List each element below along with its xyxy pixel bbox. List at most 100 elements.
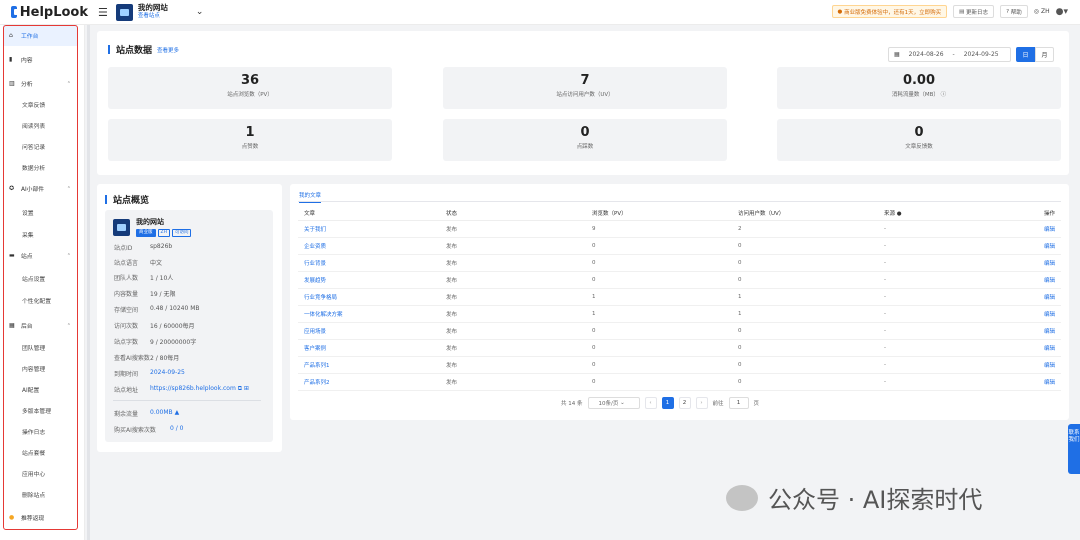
calendar-icon: ▦ xyxy=(894,51,900,58)
scrollbar[interactable] xyxy=(87,25,90,540)
day-toggle-button[interactable]: 日 xyxy=(1016,47,1035,62)
sidebar-item-content[interactable]: ▮ 内容 xyxy=(3,49,77,70)
article-title-link[interactable]: 发展趋势 xyxy=(298,271,446,289)
edit-link[interactable]: 编辑 xyxy=(1003,373,1061,391)
prev-page-button[interactable]: ‹ xyxy=(644,397,657,409)
bell-icon[interactable]: ▲ xyxy=(173,409,180,418)
changelog-button[interactable]: ▤ 更新日志 xyxy=(953,5,995,18)
edit-link[interactable]: 编辑 xyxy=(1003,237,1061,255)
article-title-link[interactable]: 行业背景 xyxy=(298,254,446,272)
edit-link[interactable]: 编辑 xyxy=(1003,322,1061,340)
pv-cell: 0 xyxy=(592,254,738,272)
site-url-link[interactable]: https://sp826b.helplook.com xyxy=(150,385,236,394)
sidebar-item-ai-config[interactable]: AI配置 xyxy=(3,379,77,400)
date-range-picker[interactable]: ▦ 2024-08-26 - 2024-09-25 xyxy=(888,47,1011,62)
globe-icon: ◎ xyxy=(1033,8,1039,15)
sidebar-item-site-plan[interactable]: 站点套餐 xyxy=(3,442,77,463)
status-cell: 发布 xyxy=(446,356,592,374)
section-title: 站点概览 xyxy=(105,193,149,206)
table-row: 行业背景 发布 0 0- 编辑 xyxy=(298,254,1061,272)
edit-link[interactable]: 编辑 xyxy=(1003,356,1061,374)
sidebar-item-analysis[interactable]: ▥ 分析 ⌃ xyxy=(3,73,77,94)
article-title-link[interactable]: 行业竞争格局 xyxy=(298,288,446,306)
sidebar-item-reading-list[interactable]: 阅读列表 xyxy=(3,115,77,136)
edit-link[interactable]: 编辑 xyxy=(1003,271,1061,289)
table-row: 企业资质 发布 0 0- 编辑 xyxy=(298,237,1061,255)
help-button[interactable]: ? 帮助 xyxy=(1000,5,1028,18)
edit-link[interactable]: 编辑 xyxy=(1003,305,1061,323)
page-button[interactable]: 1 xyxy=(661,397,674,409)
status-cell: 发布 xyxy=(446,271,592,289)
help-circle-icon[interactable]: ● xyxy=(897,211,902,217)
logo-text: HelpLook xyxy=(19,4,88,20)
sidebar-item-data-analysis[interactable]: 数据分析 xyxy=(3,157,77,178)
edit-link[interactable]: 编辑 xyxy=(1003,339,1061,357)
site-switcher[interactable]: 我的网站 查看站点 xyxy=(138,3,168,21)
watermark: 公众号 · AI探索时代 xyxy=(726,480,982,515)
edit-link[interactable]: 编辑 xyxy=(1003,254,1061,272)
menu-icon[interactable]: ☰ xyxy=(98,6,108,19)
sidebar-item-ai-widget[interactable]: ✪ AI小部件 ⌃ xyxy=(3,178,77,199)
article-title-link[interactable]: 一体化解决方案 xyxy=(298,305,446,323)
view-more-link[interactable]: 查看更多 xyxy=(157,46,179,54)
table-row: 产品系列1 发布 0 0- 编辑 xyxy=(298,356,1061,374)
sidebar-item-team[interactable]: 团队管理 xyxy=(3,337,77,358)
goto-page-input[interactable]: 1 xyxy=(728,397,749,409)
overview-header: 我的网站 商业版 ZH 可访问 xyxy=(113,217,192,237)
kv-row: 站点ID sp826b xyxy=(114,243,173,252)
article-title-link[interactable]: 关于我们 xyxy=(298,220,446,238)
title-bar xyxy=(105,195,107,204)
user-avatar-icon[interactable]: ●▾ xyxy=(1056,7,1068,17)
sidebar-item-operation-log[interactable]: 操作日志 xyxy=(3,421,77,442)
sidebar-item-personalization[interactable]: 个性化配置 xyxy=(3,290,77,311)
table-row: 应用场景 发布 0 0- 编辑 xyxy=(298,322,1061,340)
sidebar-item-article-feedback[interactable]: 文章反馈 xyxy=(3,94,77,115)
sidebar-item-qa-records[interactable]: 问答记录 xyxy=(3,136,77,157)
sidebar-item-versions[interactable]: 多版本管理 xyxy=(3,400,77,421)
buy-ai-search-row: 购买AI搜索次数 0 / 0 xyxy=(114,425,184,434)
chevron-down-icon[interactable]: ⌄ xyxy=(196,7,204,17)
sidebar-item-site-settings[interactable]: 站点设置 xyxy=(3,268,77,289)
edit-link[interactable]: 编辑 xyxy=(1003,220,1061,238)
status-cell: 发布 xyxy=(446,237,592,255)
top-right-actions: ● 商业版免费体验中，还有1天，立即购买 ▤ 更新日志 ? 帮助 ◎ ZH ●▾ xyxy=(831,5,1068,18)
sidebar-item-ai-settings[interactable]: 设置 xyxy=(3,202,77,223)
helplook-logo[interactable]: HelpLook xyxy=(0,5,88,20)
book-icon: ▮ xyxy=(9,56,13,63)
month-toggle-button[interactable]: 月 xyxy=(1035,47,1054,62)
sidebar-item-content-manage[interactable]: 内容管理 xyxy=(3,358,77,379)
status-cell: 发布 xyxy=(446,305,592,323)
article-title-link[interactable]: 企业资质 xyxy=(298,237,446,255)
next-page-button[interactable]: › xyxy=(695,397,708,409)
page-size-select[interactable]: 10条/页 ⌄ xyxy=(587,397,640,409)
language-switcher[interactable]: ◎ ZH xyxy=(1034,8,1050,15)
sidebar-item-delete-site[interactable]: 删除站点 xyxy=(3,484,77,505)
page-button[interactable]: 2 xyxy=(678,397,691,409)
article-title-link[interactable]: 产品系列1 xyxy=(298,356,446,374)
articles-card: 我的文章 文章 状态 浏览数（PV） 访问用户数（UV） 来源 ● 操作 关于我… xyxy=(290,184,1069,420)
sidebar-item-ai-collect[interactable]: 采集 xyxy=(3,224,77,245)
trial-notice-button[interactable]: ● 商业版免费体验中，还有1天，立即购买 xyxy=(831,5,948,18)
sidebar-item-site[interactable]: ▬ 站点 ⌃ xyxy=(3,245,77,266)
pv-cell: 0 xyxy=(592,322,738,340)
view-site-link[interactable]: 查看站点 xyxy=(138,12,168,21)
table-row: 发展趋势 发布 0 0- 编辑 xyxy=(298,271,1061,289)
sidebar-item-app-center[interactable]: 应用中心 xyxy=(3,463,77,484)
sidebar-item-recommend[interactable]: ● 推荐返现 xyxy=(3,507,77,528)
help-circle-icon[interactable]: ⓘ xyxy=(941,92,947,98)
sidebar-item-backend[interactable]: ▦ 后台 ⌃ xyxy=(3,315,77,336)
article-title-link[interactable]: 产品系列2 xyxy=(298,373,446,391)
tag-group: 商业版 ZH 可访问 xyxy=(136,229,192,237)
article-title-link[interactable]: 客户案例 xyxy=(298,339,446,357)
edit-link[interactable]: 编辑 xyxy=(1003,288,1061,306)
copy-icon[interactable]: ⧉ ⊞ xyxy=(236,385,249,394)
sidebar-item-workbench[interactable]: ⌂ 工作台 xyxy=(3,25,77,46)
divider xyxy=(113,400,261,401)
source-cell: - xyxy=(884,220,1003,238)
section-title: 站点数据 查看更多 xyxy=(108,43,179,56)
article-title-link[interactable]: 应用场景 xyxy=(298,322,446,340)
uv-cell: 0 xyxy=(738,373,884,391)
table-header-row: 文章 状态 浏览数（PV） 访问用户数（UV） 来源 ● 操作 xyxy=(298,206,1061,221)
contact-us-float-button[interactable]: 联系我们 xyxy=(1068,424,1080,474)
col-source: 来源 ● xyxy=(884,206,1003,221)
